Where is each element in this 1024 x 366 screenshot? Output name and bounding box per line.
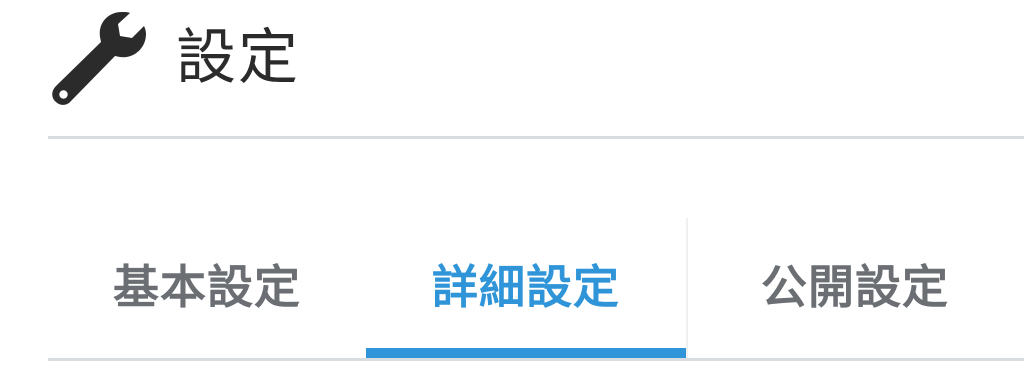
header-divider	[48, 136, 1024, 139]
wrench-icon	[48, 6, 152, 106]
tabs-divider	[48, 358, 1024, 361]
page-header: 設定	[48, 0, 1024, 136]
page-title: 設定	[176, 23, 300, 93]
tab-publish-settings[interactable]: 公開設定	[686, 218, 1024, 358]
settings-tabs: 基本設定 詳細設定 公開設定	[48, 218, 1024, 358]
tab-advanced-settings[interactable]: 詳細設定	[366, 218, 686, 358]
tab-label: 公開設定	[761, 260, 949, 314]
settings-page: 設定 基本設定 詳細設定 公開設定	[0, 0, 1024, 366]
tab-label: 詳細設定	[432, 260, 620, 314]
tab-basic-settings[interactable]: 基本設定	[48, 218, 366, 358]
tab-label: 基本設定	[113, 260, 301, 314]
active-tab-indicator	[366, 348, 686, 358]
